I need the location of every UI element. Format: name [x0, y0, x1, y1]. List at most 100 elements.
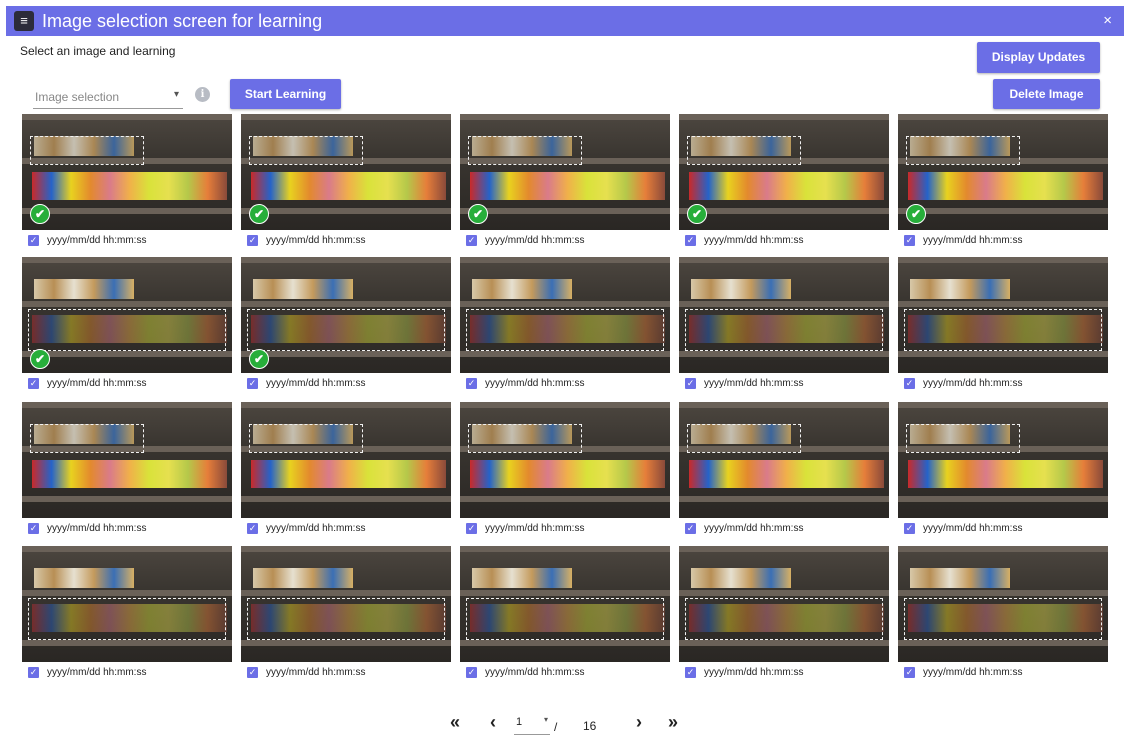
- image-checkbox[interactable]: ✓: [904, 235, 915, 246]
- image-card[interactable]: ✓ yyyy/mm/dd hh:mm:ss: [679, 546, 889, 684]
- image-checkbox[interactable]: ✓: [247, 235, 258, 246]
- shelf-thumbnail[interactable]: ✔: [679, 114, 889, 230]
- image-card[interactable]: ✓ yyyy/mm/dd hh:mm:ss: [898, 402, 1108, 540]
- shelf-thumbnail[interactable]: [898, 257, 1108, 373]
- shelf-thumbnail[interactable]: [460, 402, 670, 518]
- shelf-thumbnail[interactable]: [241, 402, 451, 518]
- image-checkbox[interactable]: ✓: [28, 378, 39, 389]
- image-card[interactable]: ✓ yyyy/mm/dd hh:mm:ss: [22, 546, 232, 684]
- shelf-thumbnail[interactable]: ✔: [241, 114, 451, 230]
- shelf-thumbnail[interactable]: [898, 546, 1108, 662]
- shelf-thumbnail[interactable]: [22, 402, 232, 518]
- image-checkbox[interactable]: ✓: [247, 378, 258, 389]
- image-caption: ✓ yyyy/mm/dd hh:mm:ss: [466, 667, 584, 681]
- image-caption: ✓ yyyy/mm/dd hh:mm:ss: [247, 667, 365, 681]
- selection-box: [28, 598, 226, 640]
- last-page-icon[interactable]: »: [668, 712, 678, 733]
- prev-page-icon[interactable]: ‹: [490, 712, 496, 733]
- shelf-thumbnail[interactable]: ✔: [22, 114, 232, 230]
- image-checkbox[interactable]: ✓: [466, 235, 477, 246]
- image-card[interactable]: ✔ ✓ yyyy/mm/dd hh:mm:ss: [460, 114, 670, 252]
- shelf-thumbnail[interactable]: [679, 257, 889, 373]
- image-checkbox[interactable]: ✓: [466, 523, 477, 534]
- shelf-thumbnail[interactable]: ✔: [460, 114, 670, 230]
- learned-check-icon: ✔: [30, 204, 50, 224]
- image-caption: ✓ yyyy/mm/dd hh:mm:ss: [247, 378, 365, 392]
- pagination: « ‹ 1 ▾ / 16 › »: [450, 710, 690, 736]
- selection-box: [906, 424, 1020, 453]
- image-caption: ✓ yyyy/mm/dd hh:mm:ss: [247, 235, 365, 249]
- image-caption: ✓ yyyy/mm/dd hh:mm:ss: [685, 378, 803, 392]
- selection-box: [468, 424, 582, 453]
- shelf-thumbnail[interactable]: [679, 402, 889, 518]
- delete-image-button[interactable]: Delete Image: [993, 79, 1100, 109]
- selection-box: [468, 136, 582, 165]
- image-card[interactable]: ✓ yyyy/mm/dd hh:mm:ss: [898, 257, 1108, 395]
- image-card[interactable]: ✓ yyyy/mm/dd hh:mm:ss: [679, 402, 889, 540]
- image-card[interactable]: ✓ yyyy/mm/dd hh:mm:ss: [679, 257, 889, 395]
- image-checkbox[interactable]: ✓: [466, 667, 477, 678]
- start-learning-button[interactable]: Start Learning: [230, 79, 341, 109]
- shelf-thumbnail[interactable]: ✔: [241, 257, 451, 373]
- current-page: 1: [516, 716, 523, 728]
- learned-check-icon: ✔: [906, 204, 926, 224]
- selection-box: [466, 598, 664, 640]
- image-card[interactable]: ✓ yyyy/mm/dd hh:mm:ss: [460, 257, 670, 395]
- image-checkbox[interactable]: ✓: [28, 523, 39, 534]
- shelf-thumbnail[interactable]: [460, 546, 670, 662]
- page-number-select[interactable]: 1 ▾: [514, 715, 550, 735]
- image-caption: ✓ yyyy/mm/dd hh:mm:ss: [904, 523, 1022, 537]
- image-checkbox[interactable]: ✓: [904, 667, 915, 678]
- image-checkbox[interactable]: ✓: [247, 667, 258, 678]
- selection-box: [247, 598, 445, 640]
- shelf-thumbnail[interactable]: ✔: [22, 257, 232, 373]
- image-timestamp: yyyy/mm/dd hh:mm:ss: [923, 667, 1023, 678]
- image-checkbox[interactable]: ✓: [28, 667, 39, 678]
- image-timestamp: yyyy/mm/dd hh:mm:ss: [47, 523, 147, 534]
- selection-box: [687, 424, 801, 453]
- next-page-icon[interactable]: ›: [636, 712, 642, 733]
- shelf-thumbnail[interactable]: [898, 402, 1108, 518]
- image-selection-dropdown[interactable]: Image selection ▾: [33, 86, 183, 109]
- image-checkbox[interactable]: ✓: [466, 378, 477, 389]
- image-checkbox[interactable]: ✓: [247, 523, 258, 534]
- first-page-icon[interactable]: «: [450, 712, 460, 733]
- image-checkbox[interactable]: ✓: [28, 235, 39, 246]
- image-card[interactable]: ✓ yyyy/mm/dd hh:mm:ss: [898, 546, 1108, 684]
- shelf-thumbnail[interactable]: [679, 546, 889, 662]
- image-timestamp: yyyy/mm/dd hh:mm:ss: [704, 235, 804, 246]
- image-checkbox[interactable]: ✓: [904, 378, 915, 389]
- image-card[interactable]: ✔ ✓ yyyy/mm/dd hh:mm:ss: [241, 114, 451, 252]
- image-card[interactable]: ✓ yyyy/mm/dd hh:mm:ss: [460, 402, 670, 540]
- image-card[interactable]: ✔ ✓ yyyy/mm/dd hh:mm:ss: [898, 114, 1108, 252]
- image-checkbox[interactable]: ✓: [685, 667, 696, 678]
- learned-check-icon: ✔: [30, 349, 50, 369]
- image-card[interactable]: ✓ yyyy/mm/dd hh:mm:ss: [241, 546, 451, 684]
- image-card[interactable]: ✔ ✓ yyyy/mm/dd hh:mm:ss: [22, 257, 232, 395]
- image-checkbox[interactable]: ✓: [904, 523, 915, 534]
- image-checkbox[interactable]: ✓: [685, 523, 696, 534]
- learned-check-icon: ✔: [468, 204, 488, 224]
- close-icon[interactable]: ×: [1103, 12, 1112, 30]
- shelf-thumbnail[interactable]: [22, 546, 232, 662]
- image-card[interactable]: ✓ yyyy/mm/dd hh:mm:ss: [22, 402, 232, 540]
- image-timestamp: yyyy/mm/dd hh:mm:ss: [923, 378, 1023, 389]
- shelf-thumbnail[interactable]: [460, 257, 670, 373]
- selection-box: [904, 309, 1102, 351]
- image-checkbox[interactable]: ✓: [685, 235, 696, 246]
- selection-box: [249, 424, 363, 453]
- image-checkbox[interactable]: ✓: [685, 378, 696, 389]
- image-card[interactable]: ✔ ✓ yyyy/mm/dd hh:mm:ss: [241, 257, 451, 395]
- shelf-thumbnail[interactable]: ✔: [898, 114, 1108, 230]
- image-card[interactable]: ✔ ✓ yyyy/mm/dd hh:mm:ss: [22, 114, 232, 252]
- image-card[interactable]: ✔ ✓ yyyy/mm/dd hh:mm:ss: [679, 114, 889, 252]
- display-updates-button[interactable]: Display Updates: [977, 42, 1100, 73]
- learned-check-icon: ✔: [249, 204, 269, 224]
- shelf-thumbnail[interactable]: [241, 546, 451, 662]
- image-caption: ✓ yyyy/mm/dd hh:mm:ss: [904, 235, 1022, 249]
- image-card[interactable]: ✓ yyyy/mm/dd hh:mm:ss: [241, 402, 451, 540]
- image-card[interactable]: ✓ yyyy/mm/dd hh:mm:ss: [460, 546, 670, 684]
- image-caption: ✓ yyyy/mm/dd hh:mm:ss: [28, 523, 146, 537]
- info-icon[interactable]: i: [195, 87, 210, 102]
- window-title: Image selection screen for learning: [42, 11, 323, 31]
